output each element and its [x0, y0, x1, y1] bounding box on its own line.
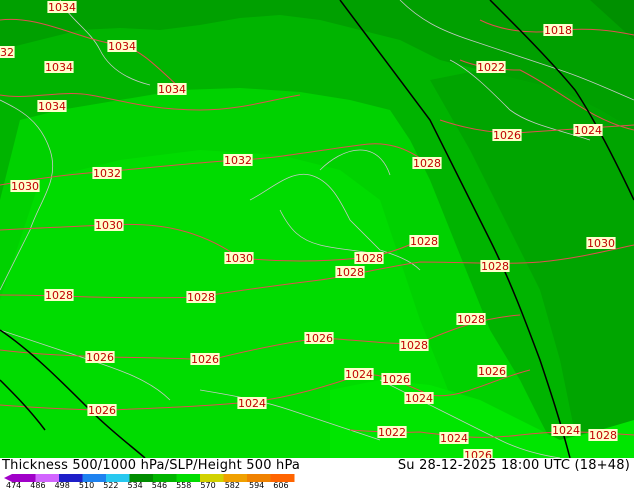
svg-text:1028: 1028: [45, 289, 73, 302]
isobar-label: 1028: [335, 266, 365, 279]
svg-text:1022: 1022: [477, 61, 505, 74]
colorbar-tick-label: 558: [176, 481, 192, 490]
svg-text:1026: 1026: [86, 351, 114, 364]
svg-text:1024: 1024: [552, 424, 580, 437]
svg-text:1026: 1026: [382, 373, 410, 386]
colorbar-tick-label: 546: [151, 481, 168, 490]
svg-text:1034: 1034: [48, 1, 76, 14]
colorbar-tick-label: 486: [30, 481, 46, 490]
isobar-label: 1024: [237, 397, 267, 410]
svg-text:1034: 1034: [158, 83, 186, 96]
svg-text:1024: 1024: [574, 124, 602, 137]
isobar-label: 1034: [37, 100, 67, 113]
colorbar-tick-label: 510: [78, 481, 95, 490]
isobar-label: 1024: [344, 368, 374, 381]
isobar-label: 1030: [586, 237, 616, 250]
isobar-label: 1024: [573, 124, 603, 137]
isobar-label: 1026: [85, 351, 115, 364]
colorbar-tick-label: 474: [6, 481, 22, 490]
svg-text:1018: 1018: [544, 24, 572, 37]
map-canvas: 1034 1034 1034 1034 1034 1018 1022 1026 1024 1032…: [0, 0, 634, 462]
svg-text:1028: 1028: [413, 157, 441, 170]
isobar-label: 1030: [94, 219, 124, 232]
svg-text:1030: 1030: [95, 219, 123, 232]
svg-text:1028: 1028: [355, 252, 383, 265]
isobar-label: 1024: [404, 392, 434, 405]
svg-text:1032: 1032: [0, 46, 14, 59]
isobar-label: 1026: [190, 353, 220, 366]
svg-text:1034: 1034: [108, 40, 136, 53]
isobar-label: 1028: [588, 429, 618, 442]
footer-valid-time: Su 28-12-2025 18:00 UTC (18+48): [397, 458, 630, 473]
colorbar-tick-label: 570: [200, 481, 216, 490]
isobar-label: 1028: [399, 339, 429, 352]
isobar-label: 1022: [476, 61, 506, 74]
isobar-label: 1028: [186, 291, 216, 304]
colorbar-tick-label: 498: [54, 481, 70, 490]
isobar-label: 1028: [412, 157, 442, 170]
colorbar-tick-label: 606: [273, 481, 289, 490]
colorbar-tick-label: 534: [127, 481, 143, 490]
svg-text:1028: 1028: [481, 260, 509, 273]
isobar-label: 1030: [224, 252, 254, 265]
colorbar-tick-label: 582: [224, 481, 240, 490]
svg-text:1026: 1026: [88, 404, 116, 417]
svg-text:1032: 1032: [93, 167, 121, 180]
isobar-label: 1028: [354, 252, 384, 265]
svg-text:1034: 1034: [45, 61, 73, 74]
isobar-label: 1028: [456, 313, 486, 326]
isobar-label: 1032: [223, 154, 253, 167]
isobar-label: 1034: [157, 83, 187, 96]
svg-text:1026: 1026: [478, 365, 506, 378]
isobar-label: 1034: [107, 40, 137, 53]
svg-text:1030: 1030: [11, 180, 39, 193]
isobar-label: 1018: [543, 24, 573, 37]
map-footer: Thickness 500/1000 hPa/SLP/Height 500 hP…: [0, 458, 634, 490]
svg-text:1032: 1032: [224, 154, 252, 167]
isobar-label: 1032: [92, 167, 122, 180]
svg-text:1026: 1026: [493, 129, 521, 142]
svg-text:1024: 1024: [405, 392, 433, 405]
isobar-label: 1026: [492, 129, 522, 142]
colorbar-tick-label: 522: [103, 481, 119, 490]
svg-text:1024: 1024: [440, 432, 468, 445]
svg-text:1028: 1028: [336, 266, 364, 279]
isobar-label: 1026: [381, 373, 411, 386]
isobar-label: 1034: [47, 1, 77, 14]
svg-text:1034: 1034: [38, 100, 66, 113]
svg-text:1024: 1024: [238, 397, 266, 410]
isobar-label: 1028: [480, 260, 510, 273]
isobar-label: 1034: [44, 61, 74, 74]
footer-title: Thickness 500/1000 hPa/SLP/Height 500 hP…: [2, 458, 301, 473]
svg-text:1028: 1028: [400, 339, 428, 352]
svg-text:1026: 1026: [305, 332, 333, 345]
isobar-label: 1028: [44, 289, 74, 302]
isobar-label: 1022: [377, 426, 407, 439]
svg-text:1028: 1028: [187, 291, 215, 304]
isobar-label: 1030: [10, 180, 40, 193]
weather-map: 1034 1034 1034 1034 1034 1018 1022 1026 1024 1032…: [0, 0, 634, 490]
svg-text:1030: 1030: [587, 237, 615, 250]
colorbar-tick-label: 594: [249, 481, 265, 490]
svg-text:1024: 1024: [345, 368, 373, 381]
svg-text:1030: 1030: [225, 252, 253, 265]
svg-text:1022: 1022: [378, 426, 406, 439]
isobar-label: 1028: [409, 235, 439, 248]
svg-text:1026: 1026: [191, 353, 219, 366]
svg-text:1028: 1028: [410, 235, 438, 248]
isobar-label: 1024: [439, 432, 469, 445]
svg-text:1028: 1028: [589, 429, 617, 442]
isobar-label: 1026: [477, 365, 507, 378]
isobar-label: 1032: [0, 46, 15, 59]
isobar-label: 1026: [304, 332, 334, 345]
svg-text:1028: 1028: [457, 313, 485, 326]
colorbar-ticks: 474 486 498 510 522 534 546 558 570 582 594 606: [6, 482, 326, 490]
isobar-label: 1026: [87, 404, 117, 417]
isobar-label: 1024: [551, 424, 581, 437]
